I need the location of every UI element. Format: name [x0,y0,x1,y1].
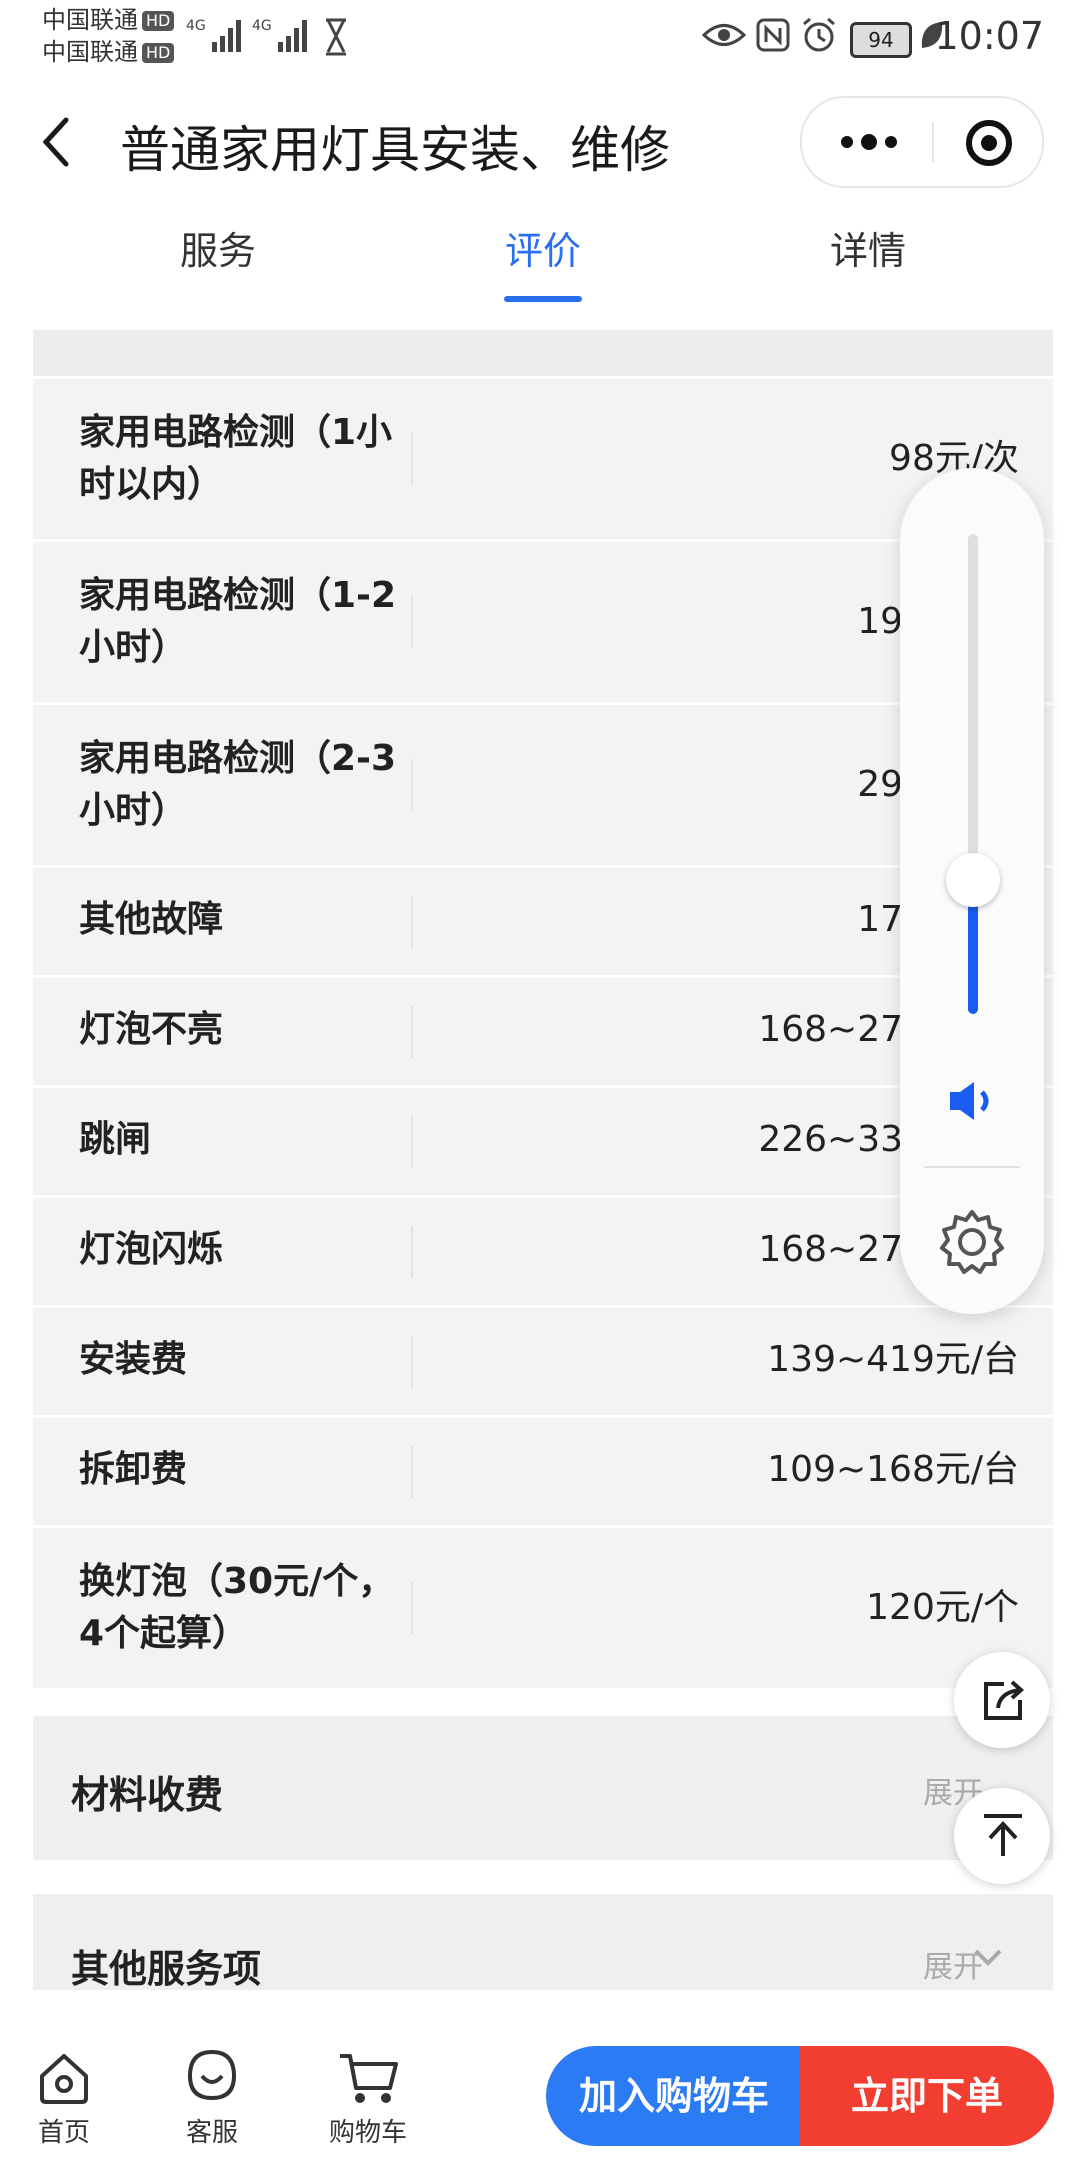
page-title: 普通家用灯具安装、维修 [120,121,670,179]
volume-panel [900,468,1044,1314]
customer-service-icon [187,2049,237,2101]
carrier-1: 中国联通 HD [42,6,175,34]
share-button[interactable] [954,1652,1050,1748]
service-price: 168~27 [758,1229,903,1270]
signal-icon: 4G [252,18,307,52]
service-price: 120元/个 [866,1587,1019,1628]
column-divider [411,1582,413,1634]
tab-details[interactable]: 详情 [768,220,968,275]
service-name: 跳闸 [79,1119,152,1160]
back-arrow-icon[interactable] [40,116,72,168]
bottom-action-bar: 首页 客服 购物车 加入购物车 立即下单 [0,1990,1080,2160]
home-icon [40,2054,88,2104]
service-name: 灯泡闪烁 [79,1229,224,1270]
service-price: 139~419元/台 [767,1339,1019,1380]
column-divider [411,433,413,485]
add-to-cart-button[interactable]: 加入购物车 [546,2046,802,2146]
column-divider [411,1336,413,1388]
nav-customer-service-label: 客服 [185,2118,238,2148]
column-divider [411,1116,413,1168]
column-divider [411,759,413,811]
order-now-button[interactable]: 立即下单 [800,2046,1054,2146]
title-bar: 普通家用灯具安装、维修 [0,80,1080,200]
volume-slider-knob[interactable] [946,853,1000,907]
column-divider [411,596,413,648]
service-name: 安装费 [79,1339,188,1380]
speaker-icon[interactable] [946,1078,998,1124]
active-tab-indicator [504,296,582,302]
service-name: 家用电路检测（1-2小时） [79,575,397,668]
service-name: 其他故障 [79,899,224,940]
nav-home-label: 首页 [37,2118,90,2148]
column-divider [411,1446,413,1498]
service-name: 换灯泡（30元/个，4个起算） [79,1561,395,1654]
table-row: 家用电路检测（1小时以内） 98元/次 [33,376,1053,539]
column-divider [411,896,413,948]
service-name: 灯泡不亮 [79,1009,224,1050]
signal-icon: 4G [186,18,241,52]
nav-shopping-cart-label: 购物车 [328,2118,407,2148]
service-name: 拆卸费 [79,1449,188,1490]
svg-text:4G: 4G [252,18,272,34]
volume-divider [924,1166,1020,1168]
column-divider [411,1226,413,1278]
mini-program-capsule [800,96,1044,188]
table-row: 拆卸费 109~168元/台 [33,1415,1053,1525]
service-price: 109~168元/台 [767,1449,1019,1490]
carrier-2: 中国联通 HD [42,38,175,66]
column-divider [411,1006,413,1058]
gear-icon[interactable] [938,1208,1006,1276]
tab-bar: 服务 评价 详情 [0,220,1080,310]
table-row: 换灯泡（30元/个，4个起算） 120元/个 [33,1525,1053,1688]
close-mini-program-icon[interactable] [964,118,1014,168]
clock: 10:07 [934,14,1044,58]
table-row: 安装费 139~419元/台 [33,1305,1053,1415]
other-services-section[interactable]: 其他服务项 展开 [33,1894,1053,1991]
materials-section[interactable]: 材料收费 展开 [33,1716,1053,1860]
service-price: 226~33 [758,1119,903,1160]
tab-service[interactable]: 服务 [118,220,318,275]
alarm-icon [803,17,835,52]
service-price: 17 [857,899,903,940]
back-to-top-button[interactable] [954,1788,1050,1884]
more-icon[interactable] [838,128,900,156]
chevron-down-icon[interactable] [973,1948,1003,1968]
section-title: 其他服务项 [71,1947,262,1991]
service-name: 家用电路检测（2-3小时） [79,738,397,831]
service-price: 168~27 [758,1009,903,1050]
section-title: 材料收费 [71,1773,224,1817]
eye-icon [702,24,746,46]
service-name: 家用电路检测（1小时以内） [79,412,393,505]
svg-text:4G: 4G [186,18,206,34]
nfc-icon [756,18,790,52]
tab-reviews[interactable]: 评价 [443,220,643,275]
back-to-top-icon [984,1814,1022,1856]
capsule-divider [932,122,934,162]
battery-indicator: 94 [850,22,912,58]
service-price: 19 [857,601,903,642]
status-bar: 中国联通 HD 中国联通 HD 4G 4G 94 10:07 [0,0,1080,80]
shopping-cart-icon [340,2054,398,2103]
service-price: 29 [857,764,903,805]
hourglass-icon [326,18,346,56]
share-icon [984,1680,1025,1720]
table-top-strip [33,330,1053,376]
